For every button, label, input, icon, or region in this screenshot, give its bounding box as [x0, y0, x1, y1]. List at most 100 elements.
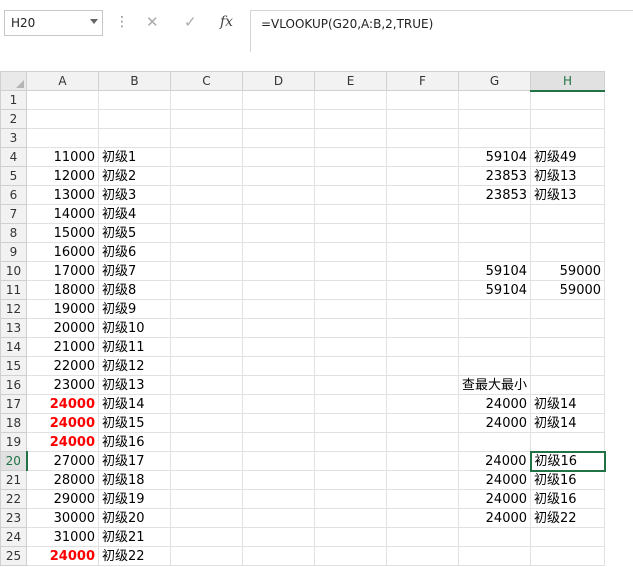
cell-a20[interactable]: 27000	[26, 451, 99, 471]
cell-d24[interactable]	[242, 527, 315, 547]
cell-h23[interactable]: 初级22	[530, 508, 606, 528]
row-header[interactable]: 23	[0, 508, 27, 528]
cell-h7[interactable]	[530, 204, 606, 224]
cell-c10[interactable]	[170, 261, 243, 281]
cell-f20[interactable]	[386, 451, 459, 471]
cell-c13[interactable]	[170, 318, 243, 338]
cell-g25[interactable]	[457, 546, 532, 566]
cell-e18[interactable]	[314, 413, 387, 433]
cell-h20[interactable]: 初级16	[529, 450, 606, 472]
cell-a8[interactable]: 15000	[26, 223, 99, 243]
cell-a14[interactable]: 21000	[26, 337, 99, 357]
cell-b20[interactable]: 初级17	[98, 451, 171, 471]
cell-f17[interactable]	[386, 394, 459, 414]
cell-c11[interactable]	[170, 280, 243, 300]
cell-a10[interactable]: 17000	[26, 261, 99, 281]
cell-c14[interactable]	[170, 337, 243, 357]
column-header-d[interactable]: D	[242, 71, 315, 91]
cell-b21[interactable]: 初级18	[98, 470, 171, 490]
cell-f25[interactable]	[386, 546, 459, 566]
cell-c17[interactable]	[170, 394, 243, 414]
cell-d6[interactable]	[242, 185, 315, 205]
cell-e21[interactable]	[314, 470, 387, 490]
cell-d9[interactable]	[242, 242, 315, 262]
row-header[interactable]: 6	[0, 185, 27, 205]
cell-a2[interactable]	[26, 109, 99, 129]
cell-h15[interactable]	[530, 356, 606, 376]
cell-e24[interactable]	[314, 527, 387, 547]
cell-a9[interactable]: 16000	[26, 242, 99, 262]
row-header[interactable]: 25	[0, 546, 27, 566]
cell-h10[interactable]: 59000	[530, 261, 606, 281]
cell-e4[interactable]	[314, 147, 387, 167]
cell-c21[interactable]	[170, 470, 243, 490]
cell-b1[interactable]	[98, 90, 171, 110]
cell-h18[interactable]: 初级14	[530, 413, 606, 433]
cell-b18[interactable]: 初级15	[98, 413, 171, 433]
cell-b2[interactable]	[98, 109, 171, 129]
name-box[interactable]: H20	[4, 10, 103, 36]
cell-d4[interactable]	[242, 147, 315, 167]
cell-g14[interactable]	[457, 337, 532, 357]
cell-a22[interactable]: 29000	[26, 489, 99, 509]
cell-a5[interactable]: 12000	[26, 166, 99, 186]
cell-f16[interactable]	[386, 375, 459, 395]
spreadsheet-grid[interactable]: ABCDEFGH 1 2 3 4 11000 初级1 59104 初级49 5 12000 初级2 2…	[0, 71, 606, 566]
cell-e6[interactable]	[314, 185, 387, 205]
cell-c2[interactable]	[170, 109, 243, 129]
column-header-f[interactable]: F	[386, 71, 459, 91]
cell-e20[interactable]	[314, 451, 387, 471]
row-header[interactable]: 18	[0, 413, 27, 433]
cell-a23[interactable]: 30000	[26, 508, 99, 528]
cell-e12[interactable]	[314, 299, 387, 319]
cancel-icon[interactable]: ✕	[146, 13, 159, 31]
cell-a18[interactable]: 24000	[26, 413, 99, 433]
cell-f7[interactable]	[386, 204, 459, 224]
cell-g19[interactable]	[457, 432, 532, 452]
cell-c12[interactable]	[170, 299, 243, 319]
cell-b8[interactable]: 初级5	[98, 223, 171, 243]
cell-e14[interactable]	[314, 337, 387, 357]
cell-e1[interactable]	[314, 90, 387, 110]
row-header[interactable]: 14	[0, 337, 27, 357]
row-header[interactable]: 7	[0, 204, 27, 224]
cell-g13[interactable]	[457, 318, 532, 338]
cell-b19[interactable]: 初级16	[98, 432, 171, 452]
cell-e22[interactable]	[314, 489, 387, 509]
cell-h4[interactable]: 初级49	[530, 147, 606, 167]
cell-g20[interactable]: 24000	[457, 451, 532, 471]
cell-f24[interactable]	[386, 527, 459, 547]
cell-d22[interactable]	[242, 489, 315, 509]
row-header[interactable]: 3	[0, 128, 27, 148]
row-header[interactable]: 4	[0, 147, 27, 167]
cell-h1[interactable]	[530, 90, 606, 110]
cell-g12[interactable]	[457, 299, 532, 319]
row-header[interactable]: 20	[0, 451, 28, 471]
cell-a1[interactable]	[26, 90, 99, 110]
cell-c4[interactable]	[170, 147, 243, 167]
cell-d21[interactable]	[242, 470, 315, 490]
cell-e11[interactable]	[314, 280, 387, 300]
cell-h6[interactable]: 初级13	[530, 185, 606, 205]
cell-d1[interactable]	[242, 90, 315, 110]
cell-e9[interactable]	[314, 242, 387, 262]
cell-g8[interactable]	[457, 223, 532, 243]
cell-c16[interactable]	[170, 375, 243, 395]
cell-d15[interactable]	[242, 356, 315, 376]
cell-g5[interactable]: 23853	[457, 166, 532, 186]
cell-b3[interactable]	[98, 128, 171, 148]
chevron-down-icon[interactable]	[90, 19, 98, 24]
cell-h5[interactable]: 初级13	[530, 166, 606, 186]
cell-c15[interactable]	[170, 356, 243, 376]
cell-b6[interactable]: 初级3	[98, 185, 171, 205]
cell-c24[interactable]	[170, 527, 243, 547]
cell-d5[interactable]	[242, 166, 315, 186]
cell-e2[interactable]	[314, 109, 387, 129]
cell-c7[interactable]	[170, 204, 243, 224]
cell-g4[interactable]: 59104	[457, 147, 532, 167]
cell-g9[interactable]	[457, 242, 532, 262]
cell-b17[interactable]: 初级14	[98, 394, 171, 414]
cell-h21[interactable]: 初级16	[530, 470, 606, 490]
row-header[interactable]: 10	[0, 261, 27, 281]
column-header-g[interactable]: G	[457, 71, 532, 91]
